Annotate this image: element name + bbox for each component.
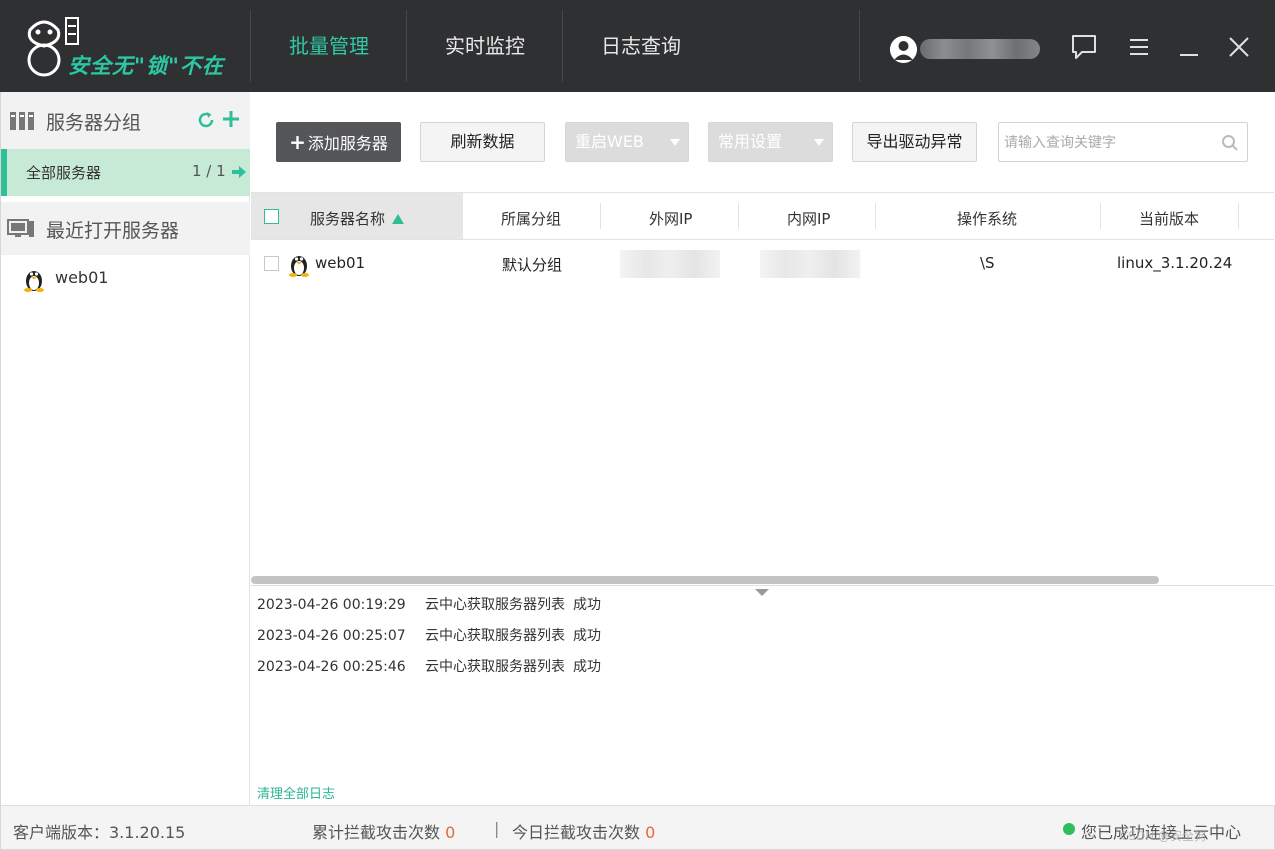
menu-icon[interactable] [1126, 33, 1156, 61]
refresh-data-button[interactable]: 刷新数据 [420, 122, 545, 162]
table-header: 服务器名称 所属分组 外网IP 内网IP 操作系统 当前版本 [251, 192, 1274, 240]
column-separator [1238, 203, 1239, 229]
splitter-handle-icon[interactable] [755, 589, 769, 596]
server-group-header: 服务器分组 [1, 92, 250, 149]
server-rack-icon [10, 112, 34, 130]
cell-private-ip-redacted [760, 250, 860, 278]
cell-version: linux_3.1.20.24 [1117, 254, 1233, 272]
username-redacted [920, 39, 1040, 59]
column-separator [875, 203, 876, 229]
add-server-button[interactable]: + 添加服务器 [276, 122, 401, 162]
minimize-icon[interactable] [1176, 33, 1206, 61]
row-checkbox[interactable] [264, 256, 279, 271]
status-separator: | [494, 819, 500, 838]
header-divider [859, 10, 860, 82]
status-bar: 客户端版本：3.1.20.15 累计拦截攻击次数 0 | 今日拦截攻击次数 0 … [0, 805, 1275, 850]
restart-web-label: 重启WEB [575, 132, 644, 151]
column-header-server-name[interactable]: 服务器名称 [310, 208, 404, 229]
cell-server-name: web01 [315, 254, 366, 272]
cell-public-ip-redacted [620, 250, 720, 278]
today-blocked-label: 今日拦截攻击次数 [512, 823, 641, 842]
recent-servers-title: 最近打开服务器 [46, 220, 180, 242]
log-message: 云中心获取服务器列表 [425, 597, 565, 613]
user-avatar-icon[interactable] [890, 36, 917, 63]
refresh-icon[interactable] [196, 110, 216, 130]
linux-tux-icon [24, 271, 44, 292]
header-divider [562, 10, 563, 82]
log-time: 2023-04-26 00:19:29 [257, 597, 406, 613]
search-box [998, 122, 1248, 162]
column-header-version[interactable]: 当前版本 [1139, 208, 1199, 229]
restart-web-dropdown[interactable]: 重启WEB [565, 122, 689, 162]
common-settings-dropdown[interactable]: 常用设置 [708, 122, 833, 162]
close-icon[interactable] [1226, 33, 1256, 61]
log-time: 2023-04-26 00:25:46 [257, 659, 406, 675]
header-divider [250, 10, 251, 82]
all-servers-label: 全部服务器 [26, 164, 102, 182]
log-status: 成功 [573, 659, 601, 675]
all-servers-count: 1 / 1 [192, 162, 226, 180]
message-icon[interactable] [1070, 33, 1100, 61]
cell-os: \S [980, 254, 995, 272]
sidebar-item-web01[interactable]: web01 [1, 257, 250, 301]
log-status: 成功 [573, 628, 601, 644]
column-separator [738, 203, 739, 229]
sidebar-item-all-servers[interactable]: 全部服务器 1 / 1 [1, 149, 250, 196]
log-message: 云中心获取服务器列表 [425, 628, 565, 644]
column-header-group[interactable]: 所属分组 [501, 208, 561, 229]
column-separator [600, 203, 601, 229]
common-settings-label: 常用设置 [718, 132, 783, 151]
sidebar: 服务器分组 全部服务器 1 / 1 最近打开服务器 web01 [0, 92, 250, 805]
log-status: 成功 [573, 597, 601, 613]
log-entry: 2023-04-26 00:25:07 云中心获取服务器列表 成功 [257, 625, 601, 645]
log-entry: 2023-04-26 00:25:46 云中心获取服务器列表 成功 [257, 656, 601, 676]
today-blocked-count: 0 [645, 823, 656, 842]
log-message: 云中心获取服务器列表 [425, 659, 565, 675]
search-icon[interactable] [1221, 134, 1239, 152]
log-time: 2023-04-26 00:25:07 [257, 628, 406, 644]
today-blocked: 今日拦截攻击次数 0 [512, 819, 655, 843]
server-group-title: 服务器分组 [46, 112, 142, 134]
logo-slogan: 安全无"锁"不在 [68, 53, 224, 78]
plus-icon: + [289, 130, 306, 154]
search-input[interactable] [1004, 132, 1214, 154]
connection-status-dot-icon [1063, 823, 1075, 835]
nav-batch-management[interactable]: 批量管理 [289, 31, 369, 61]
column-label: 服务器名称 [310, 210, 386, 228]
clear-all-logs-link[interactable]: 清理全部日志 [257, 783, 335, 802]
server-name: web01 [55, 268, 109, 287]
add-group-icon[interactable] [222, 110, 240, 128]
arrow-right-icon [232, 166, 246, 178]
log-entry: 2023-04-26 00:19:29 云中心获取服务器列表 成功 [257, 594, 601, 614]
linux-tux-icon [289, 256, 309, 277]
column-header-public-ip[interactable]: 外网IP [649, 208, 692, 229]
total-blocked-label: 累计拦截攻击次数 [312, 823, 441, 842]
column-separator [1100, 203, 1101, 229]
nav-log-query[interactable]: 日志查询 [601, 31, 681, 61]
total-blocked-count: 0 [445, 823, 456, 842]
monitor-icon [7, 219, 34, 237]
add-server-label: 添加服务器 [307, 134, 388, 153]
header-divider [406, 10, 407, 82]
export-driver-exception-button[interactable]: 导出驱动异常 [852, 122, 977, 162]
chevron-down-icon [814, 139, 824, 146]
total-blocked: 累计拦截攻击次数 0 [312, 819, 455, 843]
cell-group: 默认分组 [502, 256, 563, 274]
watermark: CSDN @安全狗 [1120, 829, 1207, 843]
recent-servers-header: 最近打开服务器 [1, 202, 250, 255]
nav-realtime-monitor[interactable]: 实时监控 [445, 31, 525, 61]
column-header-os[interactable]: 操作系统 [957, 208, 1017, 229]
column-header-private-ip[interactable]: 内网IP [787, 208, 830, 229]
sort-ascending-icon [391, 214, 404, 224]
app-header: 安全无"锁"不在 批量管理 实时监控 日志查询 [0, 0, 1275, 92]
chevron-down-icon [670, 139, 680, 146]
horizontal-scrollbar[interactable] [251, 576, 1159, 584]
table-row[interactable]: web01 默认分组 \S linux_3.1.20.24 [251, 241, 1274, 287]
client-version: 客户端版本：3.1.20.15 [13, 823, 186, 842]
select-all-checkbox[interactable] [264, 209, 279, 224]
pane-splitter [251, 585, 1274, 586]
